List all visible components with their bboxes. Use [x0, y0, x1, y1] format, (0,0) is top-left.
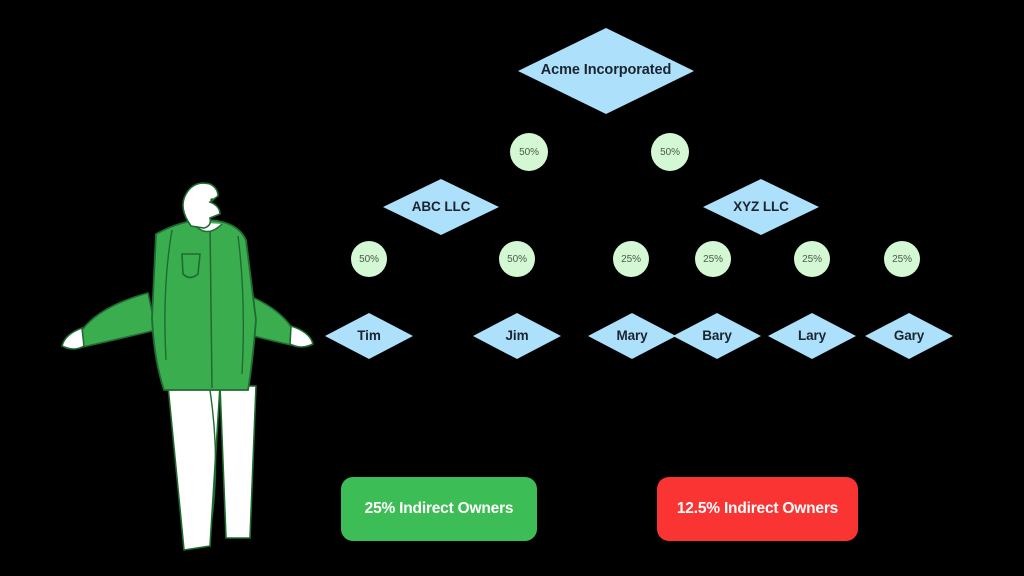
node-label: Lary	[797, 328, 827, 344]
badge-value: 50%	[660, 146, 680, 158]
node-label: Mary	[616, 328, 648, 344]
ownership-badge-xyz-gary: 25%	[884, 241, 920, 277]
left-sleeve	[76, 292, 157, 350]
node-person-lary[interactable]: Lary	[768, 313, 856, 359]
legend-chip-12-5-percent[interactable]: 12.5% Indirect Owners	[657, 477, 858, 541]
shrugging-person-illustration	[60, 178, 315, 553]
ownership-badge-xyz-bary: 25%	[695, 241, 731, 277]
node-label: Acme Incorporated	[540, 62, 672, 79]
node-label: Gary	[893, 328, 925, 344]
badge-value: 25%	[703, 253, 723, 265]
person-svg	[61, 182, 314, 551]
node-label: Jim	[505, 328, 529, 344]
node-person-tim[interactable]: Tim	[325, 313, 413, 359]
right-leg	[219, 385, 257, 539]
ownership-badge-abc-jim: 50%	[499, 241, 535, 277]
node-label: ABC LLC	[411, 199, 471, 215]
badge-value: 50%	[507, 253, 527, 265]
eye	[210, 198, 214, 202]
legend-label: 12.5% Indirect Owners	[676, 500, 839, 517]
node-person-bary[interactable]: Bary	[673, 313, 761, 359]
ownership-badge-acme-abc: 50%	[510, 133, 548, 171]
badge-value: 50%	[359, 253, 379, 265]
node-acme-incorporated[interactable]: Acme Incorporated	[518, 28, 694, 114]
badge-value: 25%	[802, 253, 822, 265]
legend-chip-25-percent[interactable]: 25% Indirect Owners	[341, 477, 537, 541]
node-label: Tim	[357, 328, 381, 344]
node-person-jim[interactable]: Jim	[473, 313, 561, 359]
diagram-canvas: Acme Incorporated 50% 50% ABC LLC XYZ LL…	[0, 0, 1024, 576]
badge-value: 50%	[519, 146, 539, 158]
legend-label: 25% Indirect Owners	[364, 500, 514, 517]
node-person-gary[interactable]: Gary	[865, 313, 953, 359]
ownership-badge-xyz-mary: 25%	[613, 241, 649, 277]
node-label: XYZ LLC	[733, 199, 789, 215]
left-hand	[61, 326, 85, 350]
jacket-body	[151, 218, 257, 391]
badge-value: 25%	[621, 253, 641, 265]
node-xyz-llc[interactable]: XYZ LLC	[703, 179, 819, 235]
node-abc-llc[interactable]: ABC LLC	[383, 179, 499, 235]
ownership-badge-abc-tim: 50%	[351, 241, 387, 277]
ownership-badge-acme-xyz: 50%	[651, 133, 689, 171]
badge-value: 25%	[892, 253, 912, 265]
ownership-badge-xyz-lary: 25%	[794, 241, 830, 277]
right-hand	[289, 324, 314, 348]
node-person-mary[interactable]: Mary	[588, 313, 676, 359]
node-label: Bary	[702, 328, 732, 344]
